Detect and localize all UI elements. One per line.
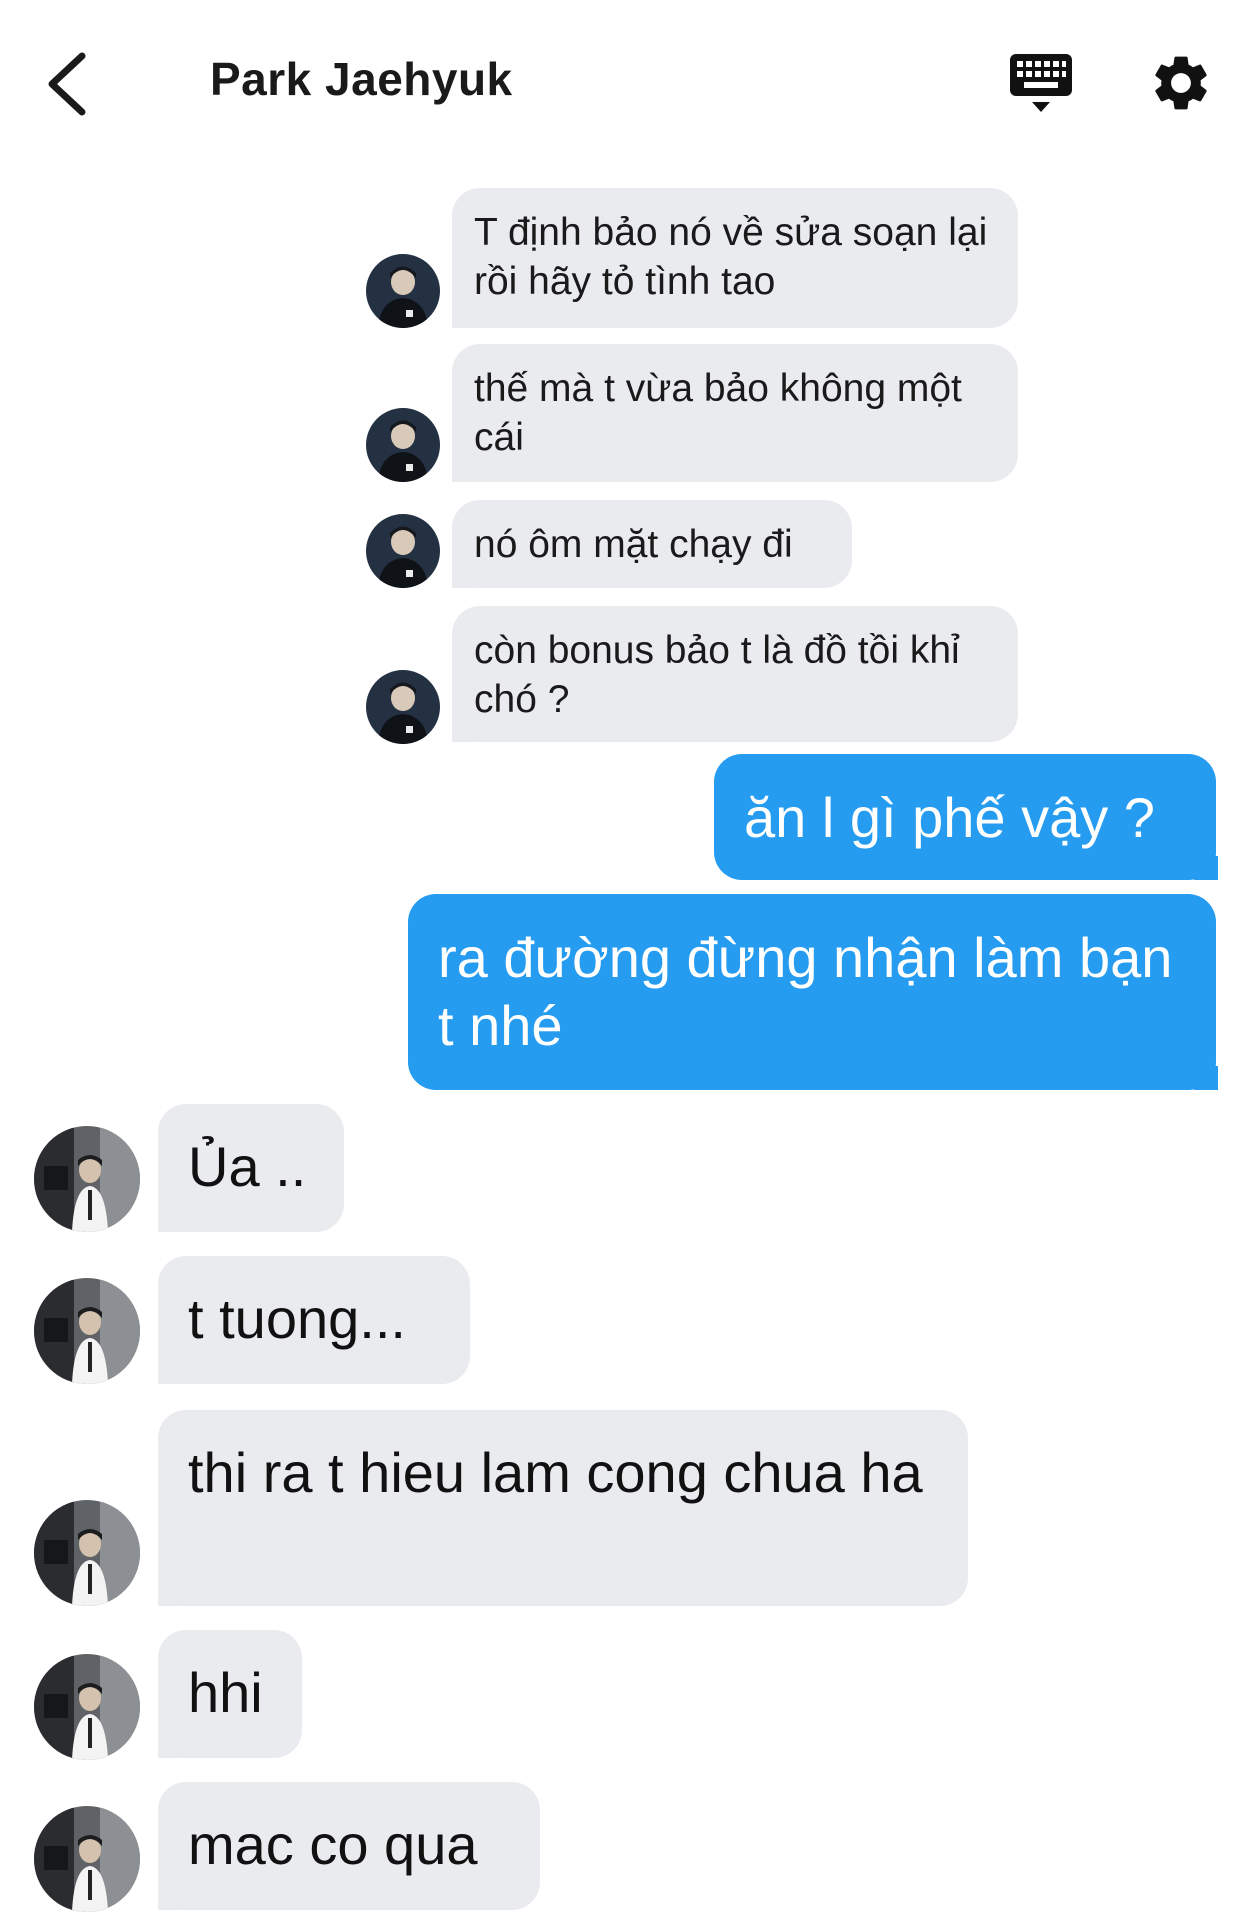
bubble-tail — [158, 1886, 182, 1910]
message-bubble-incoming[interactable]: t tuong... — [158, 1256, 470, 1384]
message-text: nó ôm mặt chạy đi — [474, 523, 793, 566]
avatar[interactable] — [34, 1500, 140, 1606]
message-bubble-incoming[interactable]: T định bảo nó về sửa soạn lại rồi hãy tỏ… — [452, 188, 1018, 328]
message-bubble-incoming[interactable]: Ủa .. — [158, 1104, 344, 1232]
avatar[interactable] — [34, 1806, 140, 1912]
message-text: còn bonus bảo t là đồ tồi khỉ chó ? — [474, 629, 960, 721]
message-text: thế mà t vừa bảo không một cái — [474, 367, 962, 459]
avatar-photo — [366, 408, 440, 482]
message-text: mac co qua — [188, 1813, 478, 1876]
bubble-tail — [158, 1208, 182, 1232]
avatar-photo — [366, 670, 440, 744]
message-bubble-incoming[interactable]: mac co qua — [158, 1782, 540, 1910]
message-text: hhi — [188, 1661, 263, 1724]
avatar-photo — [366, 514, 440, 588]
avatar[interactable] — [34, 1126, 140, 1232]
avatar-photo — [34, 1654, 140, 1760]
message-bubble-incoming[interactable]: nó ôm mặt chạy đi — [452, 500, 852, 588]
gear-icon — [1155, 56, 1207, 110]
bubble-tail — [452, 458, 476, 482]
avatar[interactable] — [366, 408, 440, 482]
avatar-photo — [34, 1278, 140, 1384]
avatar[interactable] — [34, 1654, 140, 1760]
message-text: T định bảo nó về sửa soạn lại rồi hãy tỏ… — [474, 211, 988, 303]
bubble-tail — [452, 718, 476, 742]
message-bubble-outgoing[interactable]: ăn l gì phế vậy ? — [714, 754, 1218, 880]
chevron-left-icon — [48, 52, 86, 116]
bubble-tail — [452, 304, 476, 328]
bubble-tail — [158, 1582, 182, 1606]
bubble-tail — [158, 1734, 182, 1758]
message-text: Ủa .. — [188, 1135, 307, 1198]
avatar-photo — [34, 1126, 140, 1232]
chat-title: Park Jaehyuk — [210, 53, 513, 105]
back-button[interactable] — [36, 40, 116, 120]
bubble-tail — [158, 1360, 182, 1384]
bubble-tail — [452, 564, 476, 588]
bubble-tail — [1194, 1066, 1218, 1090]
avatar[interactable] — [366, 670, 440, 744]
message-bubble-incoming[interactable]: thế mà t vừa bảo không một cái — [452, 344, 1018, 482]
message-bubble-incoming[interactable]: còn bonus bảo t là đồ tồi khỉ chó ? — [452, 606, 1018, 742]
settings-button[interactable] — [1148, 50, 1214, 116]
keyboard-icon — [1010, 54, 1072, 112]
avatar[interactable] — [366, 254, 440, 328]
message-bubble-outgoing[interactable]: ra đường đừng nhận làm bạn t nhé — [408, 894, 1218, 1090]
avatar[interactable] — [366, 514, 440, 588]
avatar-photo — [366, 254, 440, 328]
message-text: thi ra t hieu lam cong chua ha — [188, 1441, 923, 1504]
avatar-photo — [34, 1500, 140, 1606]
keyboard-button[interactable] — [1006, 50, 1076, 120]
avatar[interactable] — [34, 1278, 140, 1384]
bubble-tail — [1194, 856, 1218, 880]
message-text: ăn l gì phế vậy ? — [744, 786, 1155, 849]
chat-header: Park Jaehyuk — [0, 0, 1252, 170]
message-text: t tuong... — [188, 1287, 406, 1350]
message-bubble-incoming[interactable]: thi ra t hieu lam cong chua ha — [158, 1410, 968, 1606]
avatar-photo — [34, 1806, 140, 1912]
message-text: ra đường đừng nhận làm bạn t nhé — [438, 926, 1173, 1057]
message-bubble-incoming[interactable]: hhi — [158, 1630, 302, 1758]
